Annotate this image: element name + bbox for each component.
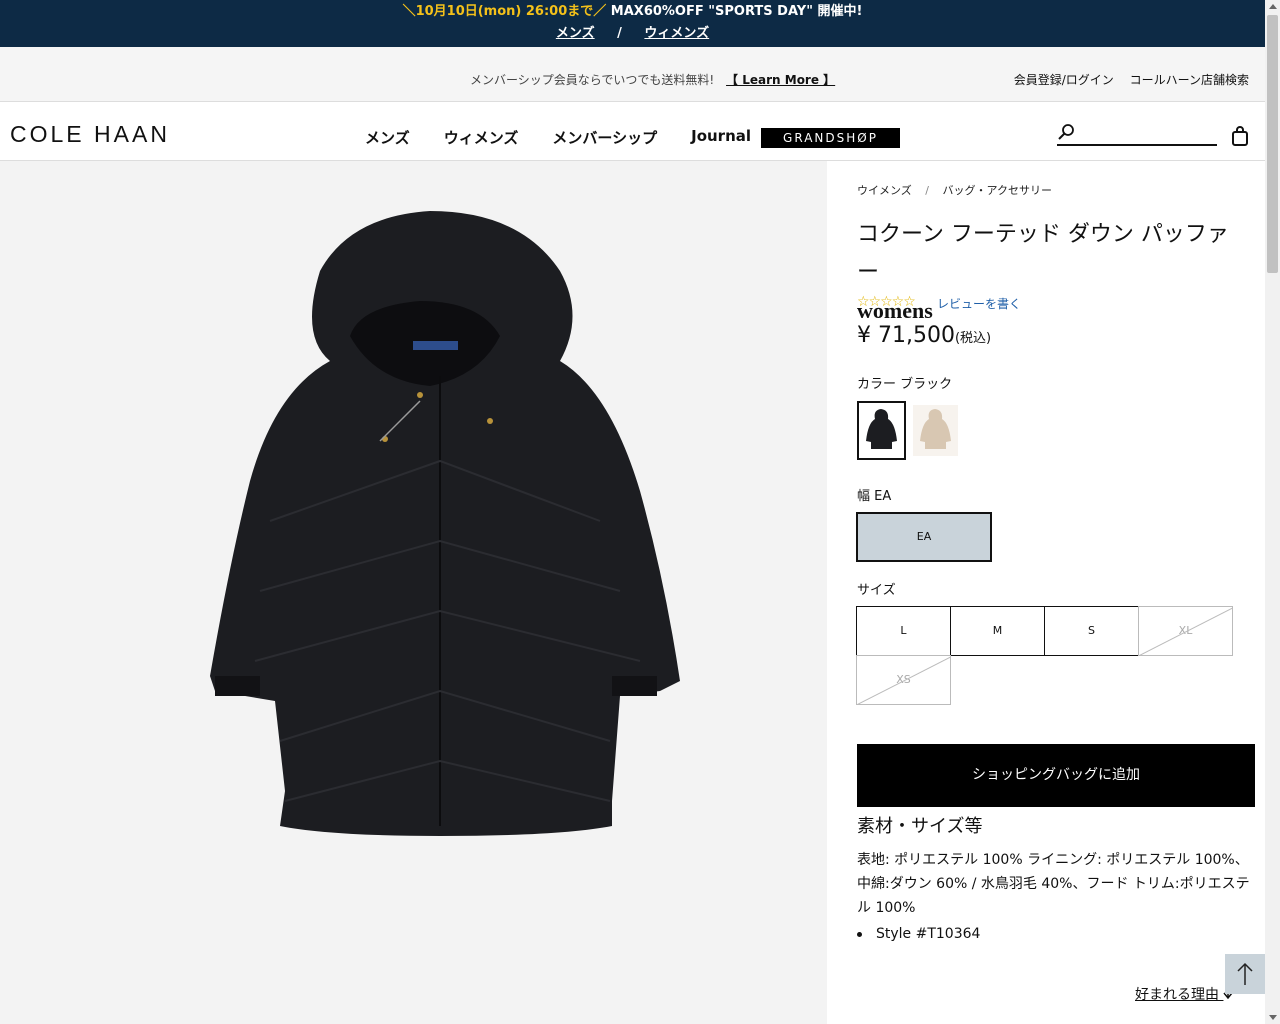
- nav-item-women[interactable]: ウィメンズ: [444, 127, 519, 148]
- scrollbar-thumb[interactable]: [1267, 15, 1278, 273]
- price-value: ¥ 71,500: [857, 323, 955, 348]
- promo-separator: /: [617, 26, 622, 41]
- promo-deadline: ＼10月10日(mon) 26:00まで／: [402, 4, 607, 19]
- size-label: サイズ: [857, 583, 896, 598]
- color-label: カラー ブラック: [857, 377, 953, 392]
- size-option-xl-unavailable[interactable]: XL: [1138, 606, 1233, 656]
- breadcrumb-bags-accessories[interactable]: バッグ・アクセサリー: [943, 184, 1052, 197]
- page-scrollbar[interactable]: [1265, 0, 1280, 1024]
- utility-links: 会員登録/ログイン コールハーン店舗検索: [1002, 71, 1249, 88]
- product-price: ¥ 71,500(税込): [857, 323, 991, 348]
- bullet-icon: [857, 931, 862, 937]
- promo-link-women[interactable]: ウィメンズ: [644, 26, 709, 41]
- style-number: Style #T10364: [857, 926, 980, 942]
- width-option-ea[interactable]: EA: [856, 512, 992, 562]
- tax-note: (税込): [954, 331, 992, 346]
- breadcrumb-women[interactable]: ウイメンズ: [857, 184, 912, 197]
- shopping-bag-icon[interactable]: [1231, 126, 1249, 150]
- grandshop-button[interactable]: GRANDSHØP: [761, 128, 900, 148]
- product-info-panel: ウイメンズ / バッグ・アクセサリー コクーン フーテッド ダウン パッファー …: [827, 161, 1265, 1024]
- size-option-l[interactable]: L: [856, 606, 951, 656]
- width-label: 幅 EA: [857, 489, 892, 504]
- promo-links: メンズ / ウィメンズ: [0, 27, 1265, 41]
- size-option-xs-unavailable[interactable]: XS: [856, 655, 951, 705]
- breadcrumb-separator: /: [925, 184, 929, 197]
- rating-stars-icon: ☆☆☆☆☆: [857, 294, 916, 310]
- arrow-up-icon: [1237, 962, 1253, 985]
- product-title: コクーン フーテッド ダウン パッファー womens: [857, 216, 1237, 330]
- color-swatch-black[interactable]: [857, 401, 906, 460]
- product-image[interactable]: [0, 161, 827, 1024]
- materials-heading: 素材・サイズ等: [857, 816, 983, 837]
- learn-more-link[interactable]: 【 Learn More 】: [726, 73, 835, 87]
- style-number-text: Style #T10364: [876, 926, 981, 942]
- product-title-jp: コクーン フーテッド ダウン パッファー: [857, 222, 1229, 285]
- promo-link-men[interactable]: メンズ: [556, 26, 595, 41]
- search-icon: [1058, 124, 1074, 140]
- size-option-s[interactable]: S: [1044, 606, 1139, 656]
- nav-item-journal[interactable]: Journal: [691, 127, 751, 148]
- scroll-up-icon[interactable]: [1269, 4, 1277, 9]
- add-to-bag-button[interactable]: ショッピングバッグに追加: [857, 744, 1255, 807]
- promo-headline: ＼10月10日(mon) 26:00まで／ MAX60%OFF "SPORTS …: [0, 0, 1265, 19]
- scroll-down-icon[interactable]: [1269, 1015, 1277, 1020]
- product-gallery: [0, 161, 827, 1024]
- write-review-link[interactable]: レビューを書く: [937, 295, 1021, 312]
- nav-item-membership[interactable]: メンバーシップ: [552, 127, 657, 148]
- nav-menu: メンズ ウィメンズ メンバーシップ Journal: [365, 127, 751, 148]
- shipping-message: メンバーシップ会員ならでいつでも送料無料! 【 Learn More 】: [470, 71, 835, 88]
- store-locator-link[interactable]: コールハーン店舗検索: [1130, 73, 1249, 87]
- shipping-message-text: メンバーシップ会員ならでいつでも送料無料!: [470, 73, 715, 87]
- search-input[interactable]: [1057, 124, 1217, 146]
- why-loved-text: 好まれる理由: [1135, 987, 1219, 1003]
- back-to-top-button[interactable]: [1225, 954, 1265, 994]
- size-option-m[interactable]: M: [950, 606, 1045, 656]
- brand-logo[interactable]: COLE HAAN: [10, 121, 170, 148]
- promo-offer: MAX60%OFF "SPORTS DAY" 開催中!: [610, 4, 863, 19]
- nav-item-men[interactable]: メンズ: [365, 127, 410, 148]
- materials-text: 表地: ポリエステル 100% ライニング: ポリエステル 100%、中綿:ダウ…: [857, 852, 1250, 916]
- utility-bar: メンバーシップ会員ならでいつでも送料無料! 【 Learn More 】 会員登…: [0, 47, 1265, 102]
- color-swatch-beige[interactable]: [913, 405, 958, 456]
- login-link[interactable]: 会員登録/ログイン: [1014, 73, 1114, 87]
- why-loved-link[interactable]: 好まれる理由: [1135, 984, 1234, 1004]
- breadcrumb: ウイメンズ / バッグ・アクセサリー: [857, 182, 1052, 198]
- promo-banner: ＼10月10日(mon) 26:00まで／ MAX60%OFF "SPORTS …: [0, 0, 1265, 47]
- main-navigation: COLE HAAN メンズ ウィメンズ メンバーシップ Journal GRAN…: [0, 102, 1265, 161]
